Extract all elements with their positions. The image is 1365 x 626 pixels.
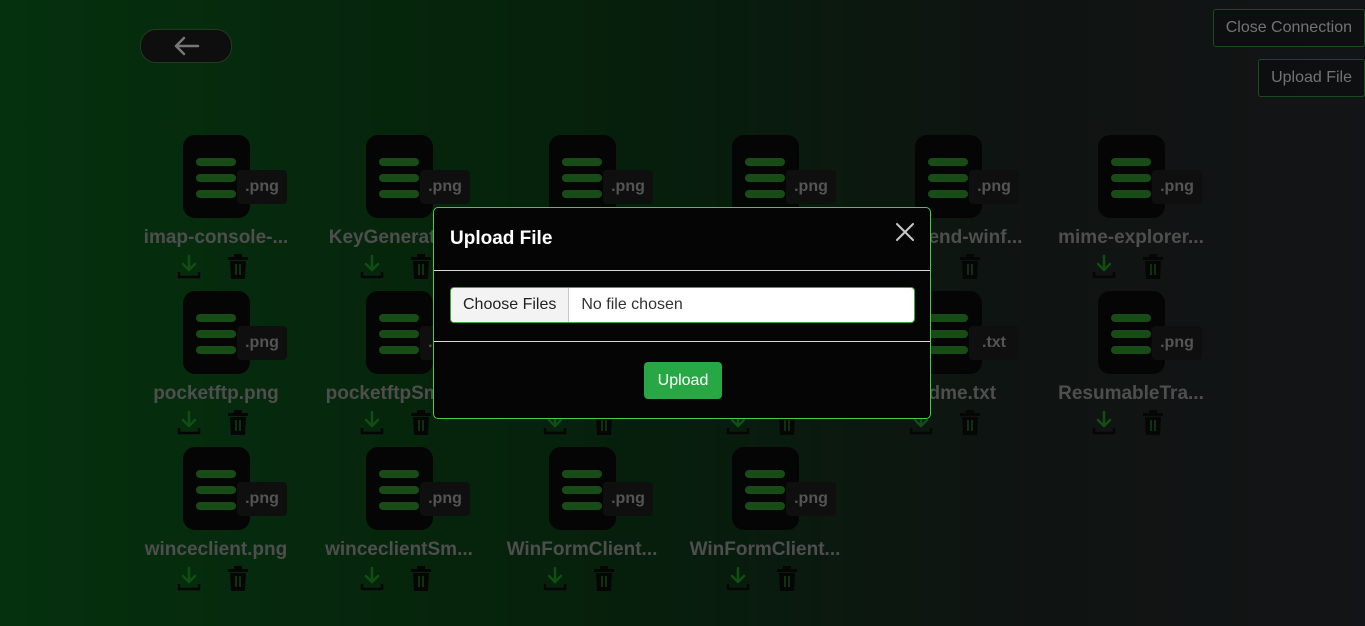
close-icon[interactable] <box>894 221 916 243</box>
upload-submit-button[interactable]: Upload <box>644 362 722 399</box>
choose-files-button[interactable]: Choose Files <box>451 288 570 322</box>
modal-footer-divider <box>434 341 930 342</box>
modal-title: Upload File <box>450 228 553 249</box>
upload-modal: Upload File Choose Files No file chosen … <box>433 207 931 419</box>
modal-header-divider <box>434 270 930 271</box>
file-status-text: No file chosen <box>581 296 683 313</box>
file-input[interactable]: Choose Files No file chosen <box>450 287 915 323</box>
